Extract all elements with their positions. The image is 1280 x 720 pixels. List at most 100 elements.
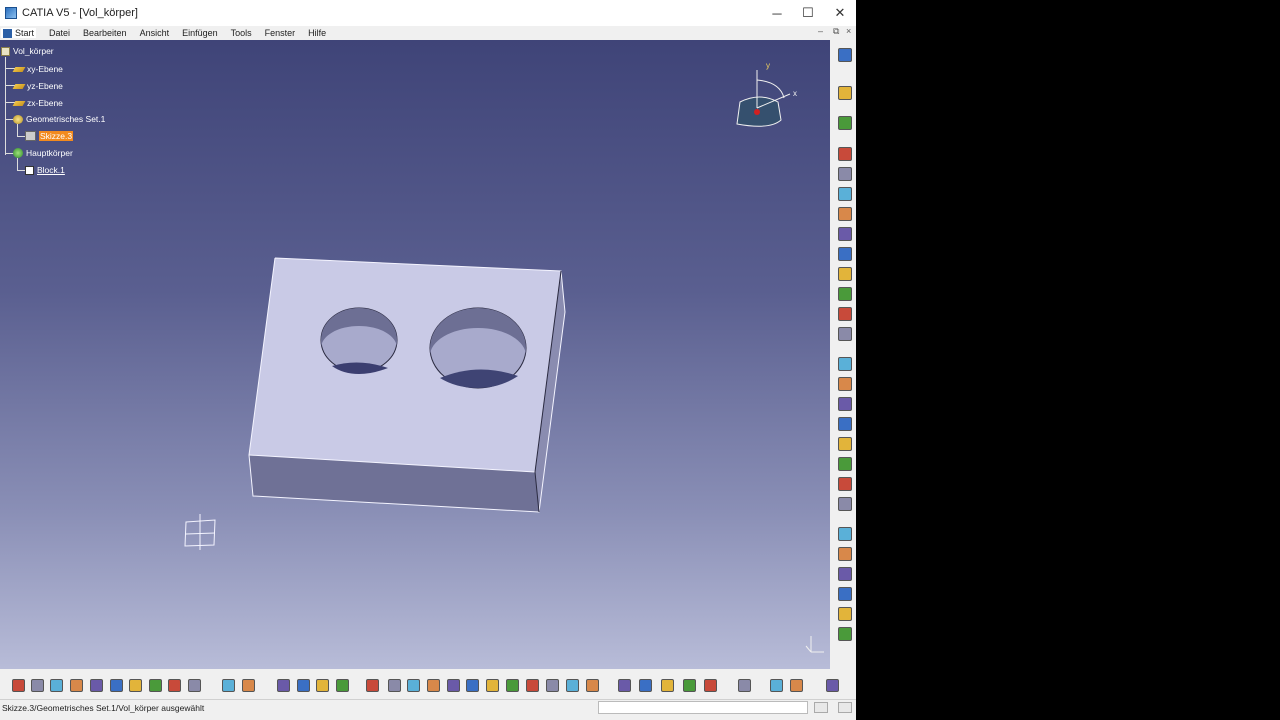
close-surface-icon[interactable]	[838, 527, 852, 541]
fit-all-icon[interactable]	[407, 679, 420, 692]
catia-logo-icon[interactable]	[826, 679, 839, 692]
doc-minimize-button[interactable]: –	[818, 26, 823, 36]
quick-save-icon[interactable]	[70, 679, 83, 692]
gear-icon[interactable]	[838, 48, 852, 62]
fly-icon[interactable]	[388, 679, 401, 692]
sketch-plane-marker[interactable]	[184, 514, 216, 550]
removed-multi-section-icon[interactable]	[838, 327, 852, 341]
swap-icon[interactable]	[618, 679, 631, 692]
3d-viewport[interactable]: Vol_körper xy-Ebene yz-Ebene zx-Ebene Ge…	[0, 40, 830, 669]
multi-section-icon[interactable]	[838, 307, 852, 321]
menu-fenster[interactable]: Fenster	[265, 28, 296, 38]
command-input[interactable]	[598, 701, 808, 714]
status-button[interactable]	[814, 702, 828, 713]
sew-surface-icon[interactable]	[838, 547, 852, 561]
catalog-icon[interactable]	[683, 679, 696, 692]
settings-icon[interactable]	[661, 679, 674, 692]
compass-arc	[756, 79, 785, 99]
update-icon[interactable]	[639, 679, 652, 692]
comment-icon[interactable]	[242, 679, 255, 692]
part-block[interactable]	[248, 257, 566, 513]
zoom-out-icon[interactable]	[486, 679, 499, 692]
maximize-button[interactable]: ☐	[792, 0, 824, 26]
compass-y-label: y	[766, 61, 770, 70]
axis-system-icon[interactable]	[838, 627, 852, 641]
menu-hilfe[interactable]: Hilfe	[308, 28, 326, 38]
doc-restore-button[interactable]: ⧉	[833, 26, 839, 37]
catia-app-icon	[5, 7, 17, 19]
shell-icon[interactable]	[838, 417, 852, 431]
rotate-icon[interactable]	[447, 679, 460, 692]
close-button[interactable]: ✕	[824, 0, 856, 26]
menu-ansicht[interactable]: Ansicht	[140, 28, 170, 38]
sketch-icon[interactable]	[838, 116, 852, 130]
hole-icon[interactable]	[838, 227, 852, 241]
copy-icon[interactable]	[110, 679, 123, 692]
split-icon[interactable]	[838, 477, 852, 491]
status-bar: Skizze.3/Geometrisches Set.1/Vol_körper …	[0, 699, 856, 715]
menu-bearbeiten[interactable]: Bearbeiten	[83, 28, 127, 38]
status-text: Skizze.3/Geometrisches Set.1/Vol_körper …	[2, 702, 205, 713]
analysis-icon[interactable]	[704, 679, 717, 692]
start-icon	[3, 28, 12, 38]
shaft-icon[interactable]	[838, 187, 852, 201]
chamfer-icon[interactable]	[838, 377, 852, 391]
menu-tools[interactable]: Tools	[231, 28, 252, 38]
draft-icon[interactable]	[838, 397, 852, 411]
catia-window: CATIA V5 - [Vol_körper] ─ ☐ ✕ Start Date…	[0, 0, 856, 720]
menu-datei[interactable]: Datei	[49, 28, 70, 38]
open-icon[interactable]	[31, 679, 44, 692]
redo-icon[interactable]	[168, 679, 181, 692]
window-title: CATIA V5 - [Vol_körper]	[22, 7, 138, 19]
hide-show-icon[interactable]	[586, 679, 599, 692]
cut-plane-icon[interactable]	[770, 679, 783, 692]
undo-icon[interactable]	[149, 679, 162, 692]
slot-icon[interactable]	[838, 267, 852, 281]
formula-icon[interactable]	[222, 679, 235, 692]
scale-icon[interactable]	[838, 607, 852, 621]
model-canvas: y x	[184, 61, 824, 653]
save-icon[interactable]	[50, 679, 63, 692]
shading-icon[interactable]	[566, 679, 579, 692]
rib-icon[interactable]	[838, 247, 852, 261]
mirror-icon[interactable]	[838, 567, 852, 581]
paste-icon[interactable]	[129, 679, 142, 692]
pan-icon[interactable]	[427, 679, 440, 692]
compass-icon[interactable]	[790, 679, 803, 692]
menu-start[interactable]: Start	[1, 28, 37, 38]
select-arrow-icon[interactable]	[838, 86, 852, 100]
normal-view-icon[interactable]	[506, 679, 519, 692]
compass-x-label: x	[793, 89, 797, 98]
groove-icon[interactable]	[838, 207, 852, 221]
table-icon[interactable]	[297, 679, 310, 692]
compass[interactable]: y x	[736, 61, 797, 127]
thread-icon[interactable]	[838, 457, 852, 471]
cut-icon[interactable]	[90, 679, 103, 692]
menu-bar: Start Datei Bearbeiten Ansicht Einfügen …	[0, 26, 851, 40]
doc-close-button[interactable]: ×	[846, 26, 851, 36]
title-bar: CATIA V5 - [Vol_körper] ─ ☐ ✕	[0, 0, 856, 26]
parameter-icon[interactable]	[366, 679, 379, 692]
thickness-icon[interactable]	[838, 437, 852, 451]
render-icon[interactable]	[738, 679, 751, 692]
help-icon[interactable]	[188, 679, 201, 692]
measure-icon[interactable]	[277, 679, 290, 692]
status-button[interactable]	[838, 702, 852, 713]
knowledge-icon[interactable]	[316, 679, 329, 692]
axis-indicator	[805, 636, 824, 653]
pattern-icon[interactable]	[838, 587, 852, 601]
iso-view-icon[interactable]	[526, 679, 539, 692]
new-icon[interactable]	[12, 679, 25, 692]
pocket-icon[interactable]	[838, 167, 852, 181]
stiffener-icon[interactable]	[838, 287, 852, 301]
menu-einfuegen[interactable]: Einfügen	[182, 28, 218, 38]
publication-icon[interactable]	[336, 679, 349, 692]
zoom-in-icon[interactable]	[466, 679, 479, 692]
menu-start-label: Start	[15, 28, 35, 38]
minimize-button[interactable]: ─	[761, 0, 793, 26]
multi-view-icon[interactable]	[546, 679, 559, 692]
compass-origin	[754, 109, 760, 115]
pad-icon[interactable]	[838, 147, 852, 161]
thick-surface-icon[interactable]	[838, 497, 852, 511]
fillet-icon[interactable]	[838, 357, 852, 371]
